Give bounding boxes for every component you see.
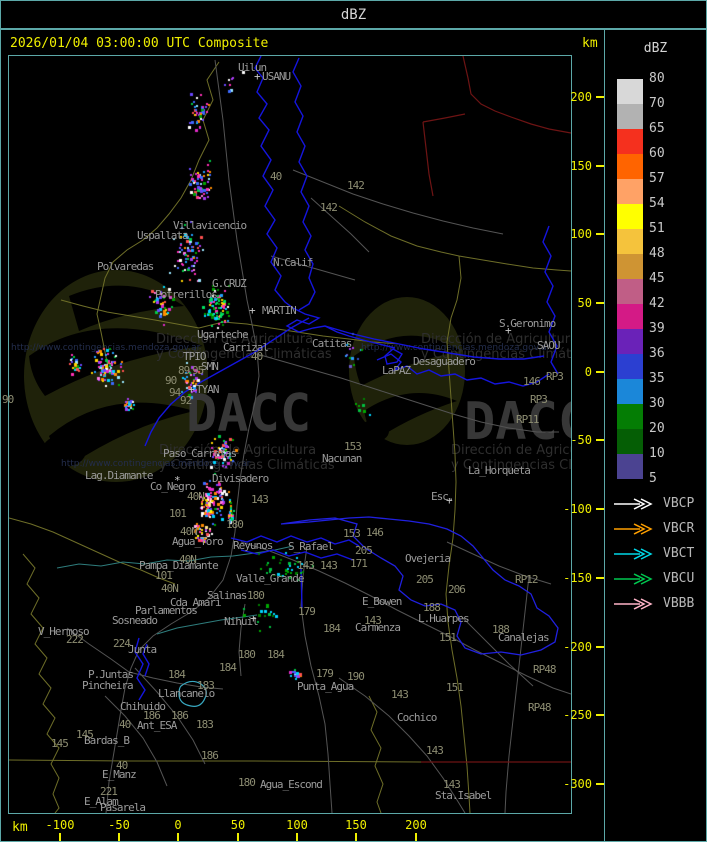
scale-color-box xyxy=(617,279,643,304)
scale-value-label: 42 xyxy=(649,296,665,311)
vertical-tick-mark xyxy=(596,439,604,441)
vertical-tick-mark xyxy=(596,577,604,579)
horizontal-tick-mark xyxy=(59,833,61,841)
vertical-tick-mark xyxy=(596,371,604,373)
scale-value-label: 20 xyxy=(649,421,665,436)
horizontal-tick-mark xyxy=(177,833,179,841)
vbcp-arrow-icon xyxy=(614,498,653,510)
vertical-tick-mark xyxy=(596,302,604,304)
vertical-tick-label: -250 xyxy=(563,708,592,722)
vertical-tick-mark xyxy=(596,508,604,510)
vector-legend-label: VBCP xyxy=(663,496,695,511)
scale-color-box xyxy=(617,429,643,454)
vertical-tick-label: 50 xyxy=(577,296,592,310)
horizontal-tick-mark xyxy=(237,833,239,841)
scale-value-label: 80 xyxy=(649,71,665,86)
scale-heading: dBZ xyxy=(643,41,668,56)
scale-value-label: 5 xyxy=(649,471,657,486)
scale-value-label: 45 xyxy=(649,271,665,286)
vbct-arrow-icon xyxy=(614,548,653,560)
horizontal-axis-unit: km xyxy=(12,820,28,835)
radar-app-window: { "title_bar": { "title": "dBZ" }, "head… xyxy=(0,0,707,842)
scale-value-label: 39 xyxy=(649,321,665,336)
vertical-tick-label: 100 xyxy=(570,227,592,241)
scale-value-label: 10 xyxy=(649,446,665,461)
scale-value-label: 57 xyxy=(649,171,665,186)
scale-color-box xyxy=(617,79,643,104)
scale-color-box xyxy=(617,329,643,354)
scale-value-label: 65 xyxy=(649,121,665,136)
scale-color-box xyxy=(617,304,643,329)
horizontal-tick-label: -50 xyxy=(108,818,130,832)
vbbb-arrow-icon xyxy=(614,598,653,610)
vector-legend-row: VBCT xyxy=(605,547,706,561)
horizontal-tick-label: 150 xyxy=(345,818,367,832)
scale-value-label: 60 xyxy=(649,146,665,161)
horizontal-tick-label: 200 xyxy=(405,818,427,832)
scale-color-box xyxy=(617,404,643,429)
scale-value-label: 30 xyxy=(649,396,665,411)
vertical-tick-label: 0 xyxy=(584,365,592,379)
scale-color-box xyxy=(617,129,643,154)
vertical-tick-label: -200 xyxy=(563,640,592,654)
vertical-tick-label: -150 xyxy=(563,571,592,585)
vertical-tick-label: 200 xyxy=(570,90,592,104)
horizontal-tick-label: 50 xyxy=(230,818,246,832)
scale-color-box xyxy=(617,254,643,279)
timestamp: 2026/01/04 03:00:00 UTC Composite xyxy=(10,36,269,51)
vector-legend-row: VBBB xyxy=(605,597,706,611)
vertical-axis-unit: km xyxy=(582,36,598,51)
title-bar: dBZ xyxy=(0,0,707,29)
scale-value-label: 36 xyxy=(649,346,665,361)
vertical-tick-mark xyxy=(596,96,604,98)
vertical-tick-label: -50 xyxy=(570,433,592,447)
scale-color-box xyxy=(617,354,643,379)
scale-value-label: 51 xyxy=(649,221,665,236)
vbcr-arrow-icon xyxy=(614,523,653,535)
vector-legend-label: VBCT xyxy=(663,546,695,561)
scale-value-label: 48 xyxy=(649,246,665,261)
vbcu-arrow-icon xyxy=(614,573,653,585)
vector-legend-row: VBCR xyxy=(605,522,706,536)
vector-legend-row: VBCP xyxy=(605,497,706,511)
vertical-tick-label: -100 xyxy=(563,502,592,516)
scale-color-box xyxy=(617,104,643,129)
scale-value-label: 35 xyxy=(649,371,665,386)
vector-legend-label: VBCU xyxy=(663,571,695,586)
vector-legend-label: VBBB xyxy=(663,596,695,611)
horizontal-tick-label: 100 xyxy=(286,818,308,832)
radar-map: DACC DACC Dirección de Agricultura y Con… xyxy=(8,55,572,814)
vertical-tick-mark xyxy=(596,714,604,716)
vertical-tick-mark xyxy=(596,233,604,235)
scale-color-box xyxy=(617,179,643,204)
horizontal-tick-mark xyxy=(296,833,298,841)
horizontal-tick-mark xyxy=(415,833,417,841)
vertical-tick-mark xyxy=(596,646,604,648)
vertical-tick-label: 150 xyxy=(570,159,592,173)
horizontal-tick-label: -100 xyxy=(45,818,75,832)
horizontal-tick-label: 0 xyxy=(174,818,182,832)
scale-value-label: 70 xyxy=(649,96,665,111)
scale-color-box xyxy=(617,204,643,229)
horizontal-tick-mark xyxy=(118,833,120,841)
scale-value-label: 54 xyxy=(649,196,665,211)
vertical-tick-label: -300 xyxy=(563,777,592,791)
horizontal-tick-mark xyxy=(355,833,357,841)
scale-color-box xyxy=(617,379,643,404)
scale-color-box xyxy=(617,229,643,254)
vector-legend-label: VBCR xyxy=(663,521,695,536)
legend-panel: dBZ 80 70 65 60 57 54 51 48 45 42 39 36 35 30 20 10 5 VB… xyxy=(604,29,707,842)
vertical-tick-mark xyxy=(596,165,604,167)
scale-color-box xyxy=(617,454,643,479)
page-title: dBZ xyxy=(340,6,367,23)
vertical-tick-mark xyxy=(596,783,604,785)
vector-legend-row: VBCU xyxy=(605,572,706,586)
scale-color-box xyxy=(617,154,643,179)
radar-echo-layer xyxy=(9,56,571,813)
